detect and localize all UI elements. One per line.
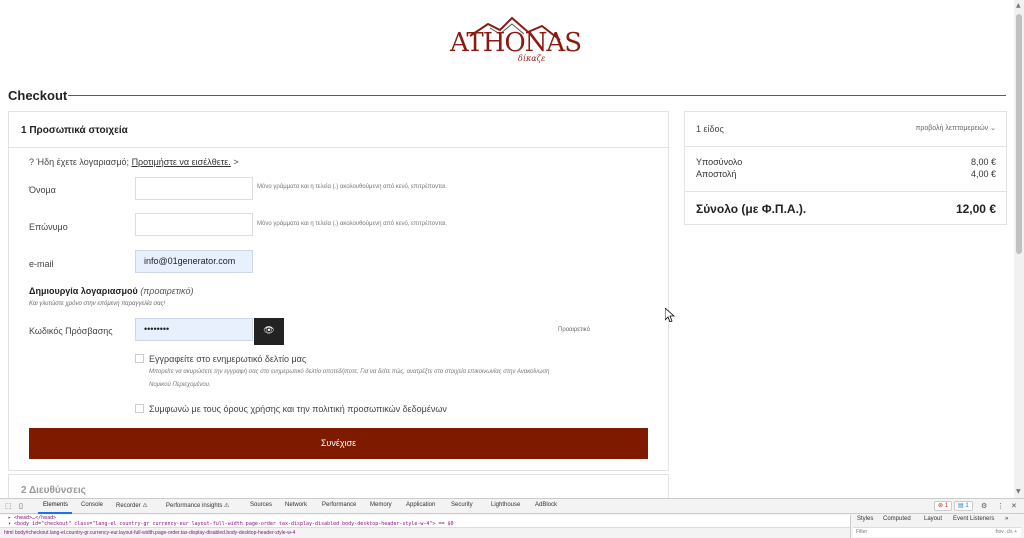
terms-label[interactable]: Συμφωνώ με τους όρους χρήσης και την πολ… <box>149 404 447 414</box>
total-row: Σύνολο (με Φ.Π.Α.). 12,00 € <box>696 202 996 216</box>
create-account-title-text: Δημιουργία λογαριασμού <box>29 286 138 296</box>
more-tabs-icon[interactable]: » <box>1005 516 1008 522</box>
mouse-cursor-icon <box>665 308 675 322</box>
password-input[interactable]: •••••••• <box>135 318 253 341</box>
terms-checkbox[interactable] <box>135 404 144 413</box>
devtools-tab-network[interactable]: Network <box>285 502 307 508</box>
logo-text: ATHONAS <box>450 28 582 58</box>
devtools-tab-security[interactable]: Security <box>451 502 473 508</box>
devtools-tab-elements[interactable]: Elements <box>43 502 68 508</box>
email-input[interactable]: info@01generator.com <box>135 250 253 273</box>
login-link[interactable]: Προτιμήστε να εισέλθετε. <box>132 157 231 167</box>
newsletter-checkbox[interactable] <box>135 354 144 363</box>
inspect-element-icon[interactable]: ⬚ <box>5 502 12 510</box>
page-title: Checkout <box>8 88 68 103</box>
devtools-tab-memory[interactable]: Memory <box>370 502 392 508</box>
active-tab-indicator <box>38 512 72 514</box>
shipping-label: Αποστολή <box>696 169 737 179</box>
create-account-title: Δημιουργία λογαριασμού (προαιρετικό) <box>29 286 193 296</box>
section-title: 1 Προσωπικά στοιχεία <box>21 125 128 136</box>
subtotal-label: Υποσύνολο <box>696 157 743 167</box>
first-name-label: Όνομα <box>29 185 56 195</box>
elements-dom-tree[interactable]: ▸ <head>…</head> ▾ <body id="checkout" c… <box>0 515 850 527</box>
total-value: 12,00 € <box>955 202 996 216</box>
item-count: 1 είδος <box>696 124 724 134</box>
password-label: Κωδικός Πρόσβασης <box>29 326 113 336</box>
gear-icon[interactable]: ⚙ <box>981 502 987 510</box>
devtools-tab-bar: ⬚ ▯ Elements Console Recorder ⚠ Performa… <box>0 499 1024 514</box>
message-icon: ▤ <box>958 503 964 509</box>
dom-breadcrumb[interactable]: html body#checkout.lang-el.country-gr.cu… <box>0 527 850 538</box>
message-count-badge[interactable]: ▤ 1 <box>954 501 973 511</box>
total-label: Σύνολο (με Φ.Π.Α.). <box>696 202 807 216</box>
event-listeners-tab[interactable]: Event Listeners <box>953 516 994 522</box>
addresses-title: 2 Διευθύνσεις <box>21 485 86 496</box>
shipping-row: Αποστολή 4,00 € <box>696 169 996 179</box>
personal-info-section: 1 Προσωπικά στοιχεία ? Ήδη έχετε λογαρια… <box>8 111 669 471</box>
last-name-label: Επώνυμο <box>29 222 68 232</box>
section-header[interactable]: 1 Προσωπικά στοιχεία <box>9 112 668 148</box>
devtools-tab-lighthouse[interactable]: Lighthouse <box>491 502 520 508</box>
checkout-page: ATHONAS δίκαζε Checkout 1 Προσωπικά στοι… <box>0 0 1014 498</box>
logo-subtext: δίκαζε <box>518 54 546 63</box>
close-icon[interactable]: ✕ <box>1011 502 1017 510</box>
more-options-icon[interactable]: ⋮ <box>997 502 1004 510</box>
subtotal-value: 8,00 € <box>970 157 996 167</box>
computed-tab[interactable]: Computed <box>883 516 911 522</box>
first-name-input[interactable] <box>135 177 253 200</box>
eye-icon: 👁 <box>263 326 275 336</box>
continue-button[interactable]: Συνέχισε <box>29 428 648 459</box>
addresses-section[interactable]: 2 Διευθύνσεις <box>8 474 669 498</box>
title-divider <box>68 95 1006 96</box>
page-scrollbar[interactable]: ▲ ▼ <box>1014 0 1024 498</box>
error-count: 1 <box>944 503 949 509</box>
password-optional-note: Προαιρετικό <box>558 327 590 333</box>
devtools-panel: ⬚ ▯ Elements Console Recorder ⚠ Performa… <box>0 498 1024 538</box>
login-prompt-text: Ήδη έχετε λογαριασμό; <box>36 157 130 167</box>
devtools-tab-recorder[interactable]: Recorder ⚠ <box>116 502 148 509</box>
devtools-tab-console[interactable]: Console <box>81 502 103 508</box>
newsletter-label[interactable]: Εγγραφείτε στο ενημερωτικό δελτίο μας <box>149 354 306 364</box>
error-count-badge[interactable]: ⊗ 1 <box>934 501 953 511</box>
newsletter-subtext: Μπορείτε να ακυρώσετε την εγγραφή σας στ… <box>149 369 550 388</box>
last-name-input[interactable] <box>135 213 253 236</box>
filter-tools[interactable]: :hov .cls + <box>994 528 1017 537</box>
scrollbar-thumb[interactable] <box>1016 14 1022 254</box>
email-label: e-mail <box>29 259 54 269</box>
filter-placeholder: Filter <box>856 529 868 535</box>
devtools-tab-application[interactable]: Application <box>406 502 435 508</box>
scroll-up-icon[interactable]: ▲ <box>1016 2 1021 9</box>
device-toolbar-icon[interactable]: ▯ <box>19 502 23 510</box>
show-password-button[interactable]: 👁 <box>254 318 284 345</box>
devtools-tab-performance-insights[interactable]: Performance insights ⚠ <box>166 502 229 509</box>
chevron-right-icon: > <box>233 157 239 167</box>
show-details-link[interactable]: προβολή λεπτομερειών ⌄ <box>916 124 996 132</box>
question-icon: ? <box>29 157 35 167</box>
devtools-tab-sources[interactable]: Sources <box>250 502 272 508</box>
styles-pane: Styles Computed Layout Event Listeners »… <box>850 515 1024 538</box>
shipping-value: 4,00 € <box>970 169 996 179</box>
layout-tab[interactable]: Layout <box>924 516 942 522</box>
message-count: 1 <box>965 503 969 509</box>
error-icon: ⊗ <box>938 503 944 509</box>
devtools-tab-adblock[interactable]: AdBlock <box>535 502 557 508</box>
first-name-hint: Μόνο γράμματα και η τελεία (.) ακολουθού… <box>257 184 447 190</box>
login-prompt: ? Ήδη έχετε λογαριασμό; Προτιμήστε να ει… <box>29 157 239 167</box>
summary-divider <box>685 146 1006 147</box>
devtools-tab-performance[interactable]: Performance <box>322 502 356 508</box>
create-account-subtitle: Και γλυτώστε χρόνο στην επόμενη παραγγελ… <box>29 301 166 307</box>
create-account-optional: (προαιρετικό) <box>140 286 194 296</box>
styles-filter-input[interactable]: Filter :hov .cls + <box>853 527 1021 537</box>
order-summary: 1 είδος προβολή λεπτομερειών ⌄ Υποσύνολο… <box>684 111 1007 225</box>
last-name-hint: Μόνο γράμματα και η τελεία (.) ακολουθού… <box>257 221 447 227</box>
subtotal-row: Υποσύνολο 8,00 € <box>696 157 996 167</box>
site-logo[interactable]: ATHONAS δίκαζε <box>450 14 582 68</box>
scroll-down-icon[interactable]: ▼ <box>1016 488 1021 495</box>
summary-divider <box>685 191 1006 192</box>
styles-tab[interactable]: Styles <box>857 516 873 522</box>
